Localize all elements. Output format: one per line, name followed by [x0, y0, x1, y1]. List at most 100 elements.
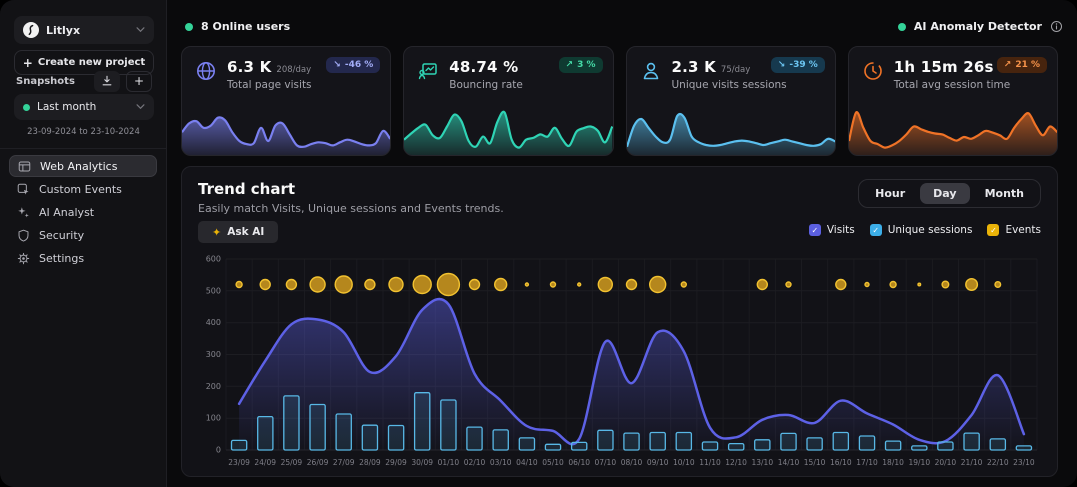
svg-text:19/10: 19/10 — [908, 458, 930, 467]
timer-icon — [861, 59, 885, 83]
svg-text:25/09: 25/09 — [281, 458, 303, 467]
add-snapshot-button[interactable] — [126, 71, 152, 92]
stat-card-total-page-visits: 6.3 K 208/day Total page visits ↘ -46 % — [181, 46, 391, 156]
sidebar: Litlyx Create new project Snapshots Last… — [0, 0, 167, 487]
trend-badge: ↗3 % — [559, 57, 603, 73]
checkbox-checked-icon[interactable] — [987, 224, 999, 236]
trend-down-icon: ↘ — [778, 60, 786, 70]
anomaly-detector-label: AI Anomaly Detector — [914, 20, 1042, 33]
green-dot-icon — [898, 23, 906, 31]
trend-badge: ↘ -46 % — [326, 57, 380, 73]
svg-text:09/10: 09/10 — [647, 458, 669, 467]
svg-text:100: 100 — [206, 414, 221, 423]
legend-unique-sessions[interactable]: Unique sessions — [870, 224, 973, 236]
svg-text:05/10: 05/10 — [542, 458, 564, 467]
trend-up-icon: ↗ — [1004, 60, 1012, 70]
stat-label: Total page visits — [227, 79, 312, 91]
svg-text:200: 200 — [206, 382, 221, 391]
sidebar-item-label: Web Analytics — [40, 160, 117, 173]
svg-text:23/10: 23/10 — [1013, 458, 1035, 467]
trend-down-icon: ↘ — [333, 60, 341, 70]
chevron-down-icon — [136, 27, 145, 33]
svg-text:0: 0 — [216, 446, 221, 455]
trend-combo-chart: 010020030040050060023/0924/0925/0926/092… — [198, 251, 1043, 470]
plus-icon — [23, 56, 33, 70]
ask-ai-button[interactable]: ✦ Ask AI — [198, 221, 278, 243]
legend-events[interactable]: Events — [987, 224, 1041, 236]
green-dot-icon — [185, 23, 193, 31]
tab-day[interactable]: Day — [920, 183, 969, 204]
online-users-label: 8 Online users — [201, 20, 290, 33]
tab-month[interactable]: Month — [972, 183, 1037, 204]
shield-icon — [16, 229, 30, 243]
svg-text:13/10: 13/10 — [751, 458, 773, 467]
svg-text:23/09: 23/09 — [228, 458, 250, 467]
stat-value: 6.3 K — [227, 58, 271, 76]
project-selector[interactable]: Litlyx — [14, 16, 154, 44]
svg-text:08/10: 08/10 — [621, 458, 643, 467]
online-users-status: 8 Online users — [185, 20, 290, 33]
sidebar-item-ai-analyst[interactable]: AI Analyst — [9, 202, 157, 223]
svg-text:04/10: 04/10 — [516, 458, 538, 467]
sparkline-chart — [849, 103, 1057, 155]
trend-subtitle: Easily match Visits, Unique sessions and… — [198, 202, 504, 215]
sidebar-nav: Web Analytics Custom Events AI Analyst S… — [9, 155, 157, 269]
gear-icon — [16, 252, 30, 266]
trend-chart-card: Trend chart Easily match Visits, Unique … — [181, 166, 1058, 477]
svg-text:22/10: 22/10 — [987, 458, 1009, 467]
project-name: Litlyx — [46, 24, 129, 37]
sidebar-item-security[interactable]: Security — [9, 225, 157, 246]
svg-text:21/10: 21/10 — [961, 458, 983, 467]
sparkline-chart — [182, 103, 390, 155]
svg-text:28/09: 28/09 — [359, 458, 381, 467]
sidebar-item-label: Settings — [39, 252, 84, 265]
badge-value: 3 % — [577, 60, 595, 70]
snapshots-label: Snapshots — [16, 76, 88, 87]
stat-card-bouncing-rate: 48.74 % Bouncing rate ↗3 % — [403, 46, 613, 156]
svg-text:20/10: 20/10 — [935, 458, 957, 467]
svg-text:15/10: 15/10 — [804, 458, 826, 467]
badge-value: -46 % — [345, 60, 373, 70]
presentation-icon — [416, 59, 440, 83]
svg-text:300: 300 — [206, 350, 221, 359]
sidebar-item-label: Custom Events — [39, 183, 122, 196]
svg-text:10/10: 10/10 — [673, 458, 695, 467]
svg-text:01/10: 01/10 — [438, 458, 460, 467]
legend-label: Visits — [827, 224, 855, 236]
svg-text:03/10: 03/10 — [490, 458, 512, 467]
svg-text:16/10: 16/10 — [830, 458, 852, 467]
snapshot-selector[interactable]: Last month — [14, 94, 154, 120]
legend-label: Events — [1005, 224, 1041, 236]
svg-text:02/10: 02/10 — [464, 458, 486, 467]
app-window: Litlyx Create new project Snapshots Last… — [0, 0, 1077, 487]
export-snapshot-button[interactable] — [94, 71, 120, 92]
trend-title: Trend chart — [198, 180, 295, 198]
ai-sparkles-icon — [16, 206, 30, 220]
badge-value: 21 % — [1015, 60, 1040, 70]
svg-text:11/10: 11/10 — [699, 458, 721, 467]
plus-icon — [134, 74, 144, 88]
legend-label: Unique sessions — [888, 224, 973, 236]
sparkle-icon: ✦ — [212, 226, 221, 239]
svg-text:17/10: 17/10 — [856, 458, 878, 467]
chart-legend: Visits Unique sessions Events — [809, 224, 1041, 236]
svg-text:06/10: 06/10 — [568, 458, 590, 467]
info-icon[interactable] — [1050, 20, 1063, 33]
stat-label: Total avg session time — [894, 79, 1010, 91]
sparkline-chart — [627, 103, 835, 155]
checkbox-checked-icon[interactable] — [809, 224, 821, 236]
green-dot-icon — [23, 104, 30, 111]
download-icon — [101, 75, 113, 87]
legend-visits[interactable]: Visits — [809, 224, 855, 236]
sidebar-item-custom-events[interactable]: Custom Events — [9, 179, 157, 200]
svg-text:400: 400 — [206, 318, 221, 327]
sidebar-item-web-analytics[interactable]: Web Analytics — [9, 155, 157, 177]
svg-text:600: 600 — [206, 255, 221, 264]
tab-hour[interactable]: Hour — [862, 183, 918, 204]
interval-tabs: Hour Day Month — [858, 179, 1041, 208]
checkbox-checked-icon[interactable] — [870, 224, 882, 236]
stat-per-day: 208/day — [276, 65, 311, 75]
create-project-label: Create new project — [38, 57, 145, 68]
svg-text:30/09: 30/09 — [411, 458, 433, 467]
sidebar-item-settings[interactable]: Settings — [9, 248, 157, 269]
